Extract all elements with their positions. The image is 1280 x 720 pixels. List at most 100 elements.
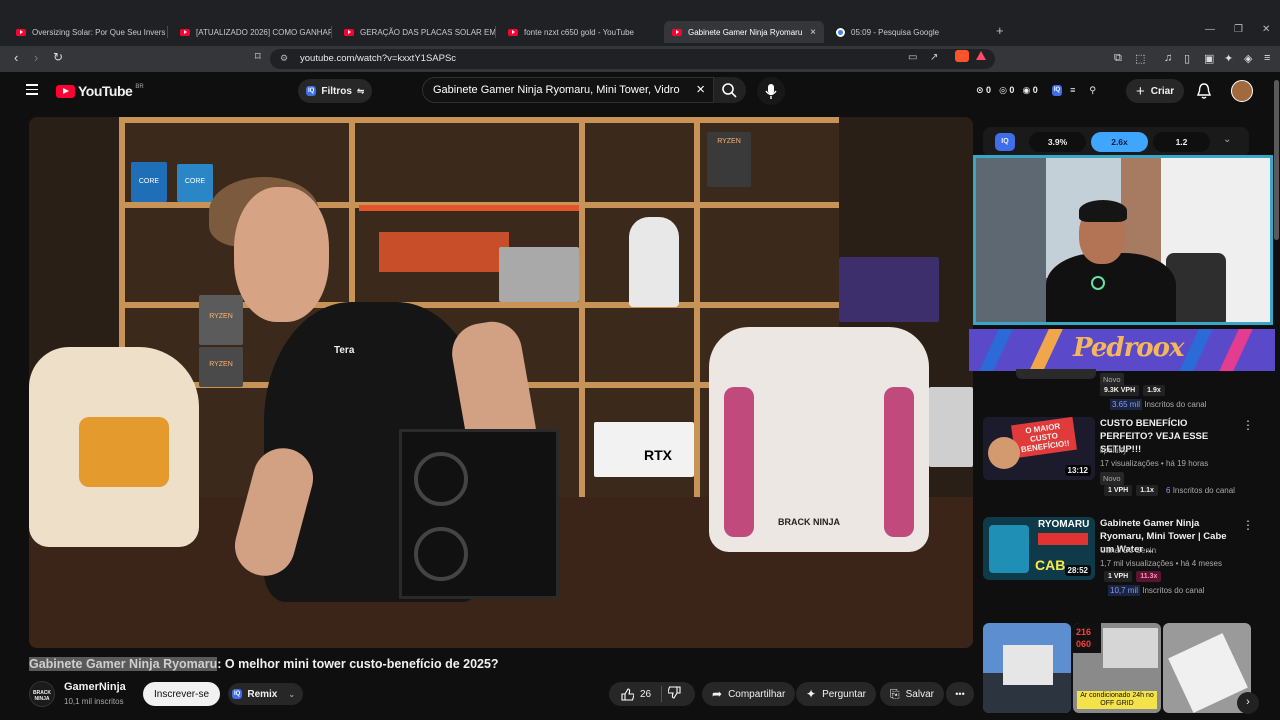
video-title: Gabinete Gamer Ninja Ryomaru: O melhor m…: [29, 657, 499, 671]
video-thumbnail[interactable]: [1016, 369, 1096, 379]
youtube-favicon-icon: [508, 28, 518, 36]
ask-button[interactable]: ✦ Perguntar: [796, 682, 876, 706]
shorts-thumbnail[interactable]: [983, 623, 1071, 713]
like-dislike-group: 26: [609, 682, 695, 706]
more-options-icon[interactable]: ⋮: [1242, 418, 1254, 432]
shorts-caption: Ar condicionado 24h no OFF GRID: [1077, 691, 1157, 709]
omnibox[interactable]: ⚙ youtube.com/watch?v=kxxtY1SAPSc ▭ ↗: [270, 49, 995, 69]
sidebar-icon[interactable]: ▯: [1184, 52, 1190, 65]
microphone-icon: [765, 84, 777, 99]
back-icon[interactable]: ‹: [14, 50, 18, 65]
search-button[interactable]: [714, 77, 746, 103]
r2d2-figure: [629, 217, 679, 307]
list-icon[interactable]: ≡: [1070, 85, 1075, 96]
search-input[interactable]: Gabinete Gamer Ninja Ryomaru, Mini Tower…: [422, 77, 714, 103]
box-label: RYZEN: [199, 347, 243, 387]
tab-title: GERAÇÃO DAS PLACAS SOLAR EM D: [360, 27, 496, 37]
chevron-down-icon[interactable]: ⌄: [1223, 134, 1231, 145]
leo-ai-icon[interactable]: ✦: [1224, 52, 1233, 65]
counter: ◉ 0: [1022, 85, 1038, 95]
video-thumbnail[interactable]: O MAIOR CUSTO BENEFÍCIO!! 13:12: [983, 417, 1095, 480]
menu-icon[interactable]: [26, 84, 38, 98]
youtube-favicon-icon: [180, 28, 190, 36]
subscribe-button[interactable]: Inscrever-se: [143, 682, 221, 706]
account-avatar[interactable]: [1231, 80, 1253, 102]
shirt-logo-text: Tera: [334, 345, 355, 356]
create-button[interactable]: + Criar: [1126, 79, 1185, 103]
iq-metric-score[interactable]: 1.2: [1153, 132, 1210, 152]
channel-subs-stat: 10,7 mil Inscritos do canal: [1108, 585, 1205, 596]
extension-icon[interactable]: ⬚: [1135, 52, 1145, 65]
iq-logo-icon: IQ: [995, 133, 1015, 151]
extension-icon[interactable]: ⧉: [1114, 52, 1122, 65]
microphone-icon: [1091, 276, 1105, 290]
voice-search-button[interactable]: [757, 77, 785, 105]
pc-case: [399, 429, 559, 599]
channel-name[interactable]: lipeluffy: [1100, 446, 1127, 455]
youtube-favicon-icon: [672, 28, 682, 36]
share-button[interactable]: ➦ Compartilhar: [702, 682, 796, 706]
share-icon: ➦: [712, 687, 723, 701]
iq-metric-multiplier[interactable]: 2.6x: [1091, 132, 1148, 152]
close-tab-icon[interactable]: ×: [810, 27, 816, 38]
video-player[interactable]: CORE CORE RYZEN RYZEN RYZEN RTX BRACK NI…: [29, 117, 973, 648]
notifications-bell-icon[interactable]: [1196, 82, 1212, 105]
fan-icon: [414, 452, 468, 506]
bookmark-icon[interactable]: ⌑: [255, 50, 261, 63]
new-tab-button[interactable]: +: [996, 23, 1004, 38]
sliders-icon: ⇋: [356, 85, 365, 96]
close-window-button[interactable]: ✕: [1262, 24, 1270, 35]
clear-search-icon[interactable]: ×: [696, 81, 705, 98]
browser-tab[interactable]: Oversizing Solar: Por Que Seu Invers: [8, 21, 168, 43]
browser-tab[interactable]: 05:09 - Pesquisa Google: [828, 21, 988, 43]
iq-badge-icon[interactable]: IQ: [1051, 85, 1063, 96]
box-label: CORE: [131, 162, 167, 202]
browser-tab-active[interactable]: Gabinete Gamer Ninja Ryomaru ×: [664, 21, 824, 43]
shorts-thumbnail[interactable]: 216 060 Ar condicionado 24h no OFF GRID: [1073, 623, 1161, 713]
google-favicon-icon: [836, 27, 845, 37]
iq-badge-icon: IQ: [232, 689, 243, 699]
channel-subs-stat: 3.65 mil Inscritos do canal: [1110, 399, 1207, 410]
youtube-logo[interactable]: YouTube BR: [56, 83, 144, 99]
reload-icon[interactable]: ↻: [53, 50, 63, 64]
maximize-button[interactable]: ❐: [1234, 24, 1243, 35]
site-info-icon[interactable]: ⚙: [280, 53, 288, 64]
url-text[interactable]: youtube.com/watch?v=kxxtY1SAPSc: [300, 53, 456, 64]
extension-counters: ⊙ 0 ◎ 0 ◉ 0 IQ ≡ ⚲: [976, 85, 1096, 96]
chevron-right-icon[interactable]: ›: [1237, 692, 1259, 714]
browser-tab[interactable]: [ATUALIZADO 2026] COMO GANHAR: [172, 21, 332, 43]
more-options-icon[interactable]: ⋮: [1242, 518, 1254, 532]
tab-bar: Oversizing Solar: Por Que Seu Invers [AT…: [0, 21, 1280, 43]
menu-icon[interactable]: ≡: [1264, 52, 1270, 64]
forward-icon[interactable]: ›: [34, 50, 38, 65]
tab-title: Oversizing Solar: Por Que Seu Invers: [32, 27, 166, 37]
cast-icon[interactable]: ▭: [908, 52, 917, 63]
filters-button[interactable]: IQ Filtros ⇋: [298, 79, 373, 103]
channel-name[interactable]: Canal Do Senin: [1100, 546, 1156, 555]
dislike-button[interactable]: [667, 686, 681, 702]
media-icon[interactable]: ♫: [1164, 52, 1172, 64]
box-label: RYZEN: [707, 132, 751, 187]
minimize-button[interactable]: —: [1205, 24, 1215, 35]
wallet-icon[interactable]: ▣: [1204, 52, 1214, 65]
browser-tab[interactable]: GERAÇÃO DAS PLACAS SOLAR EM D: [336, 21, 496, 43]
address-bar-row: ‹ › ↻ ⌑ ⚙ youtube.com/watch?v=kxxtY1SAPS…: [0, 46, 1280, 72]
remix-button[interactable]: IQ Remix ⌄: [228, 683, 304, 705]
like-button[interactable]: 26: [621, 687, 651, 701]
video-thumbnail[interactable]: RYOMARU CAB 28:52: [983, 517, 1095, 580]
vpn-icon[interactable]: ◈: [1244, 52, 1252, 65]
chair-brand-text: BRACK NINJA: [777, 517, 840, 527]
thumbnail-text: RYOMARU: [1038, 519, 1090, 530]
channel-avatar[interactable]: BRACK NINJA: [29, 681, 55, 707]
channel-name[interactable]: GamerNinja: [64, 681, 126, 693]
brave-rewards-icon[interactable]: [976, 51, 986, 60]
thumbs-up-icon: [621, 687, 634, 701]
more-actions-button[interactable]: •••: [946, 682, 974, 706]
share-page-icon[interactable]: ↗: [930, 52, 938, 63]
browser-tab[interactable]: fonte nzxt c650 gold - YouTube: [500, 21, 660, 43]
save-button[interactable]: ⎘ Salvar: [880, 682, 944, 706]
scrollbar[interactable]: [1274, 80, 1279, 240]
brave-shield-icon[interactable]: [955, 50, 969, 62]
iq-metric-outlier[interactable]: 3.9%: [1029, 132, 1086, 152]
pin-icon[interactable]: ⚲: [1089, 85, 1096, 96]
